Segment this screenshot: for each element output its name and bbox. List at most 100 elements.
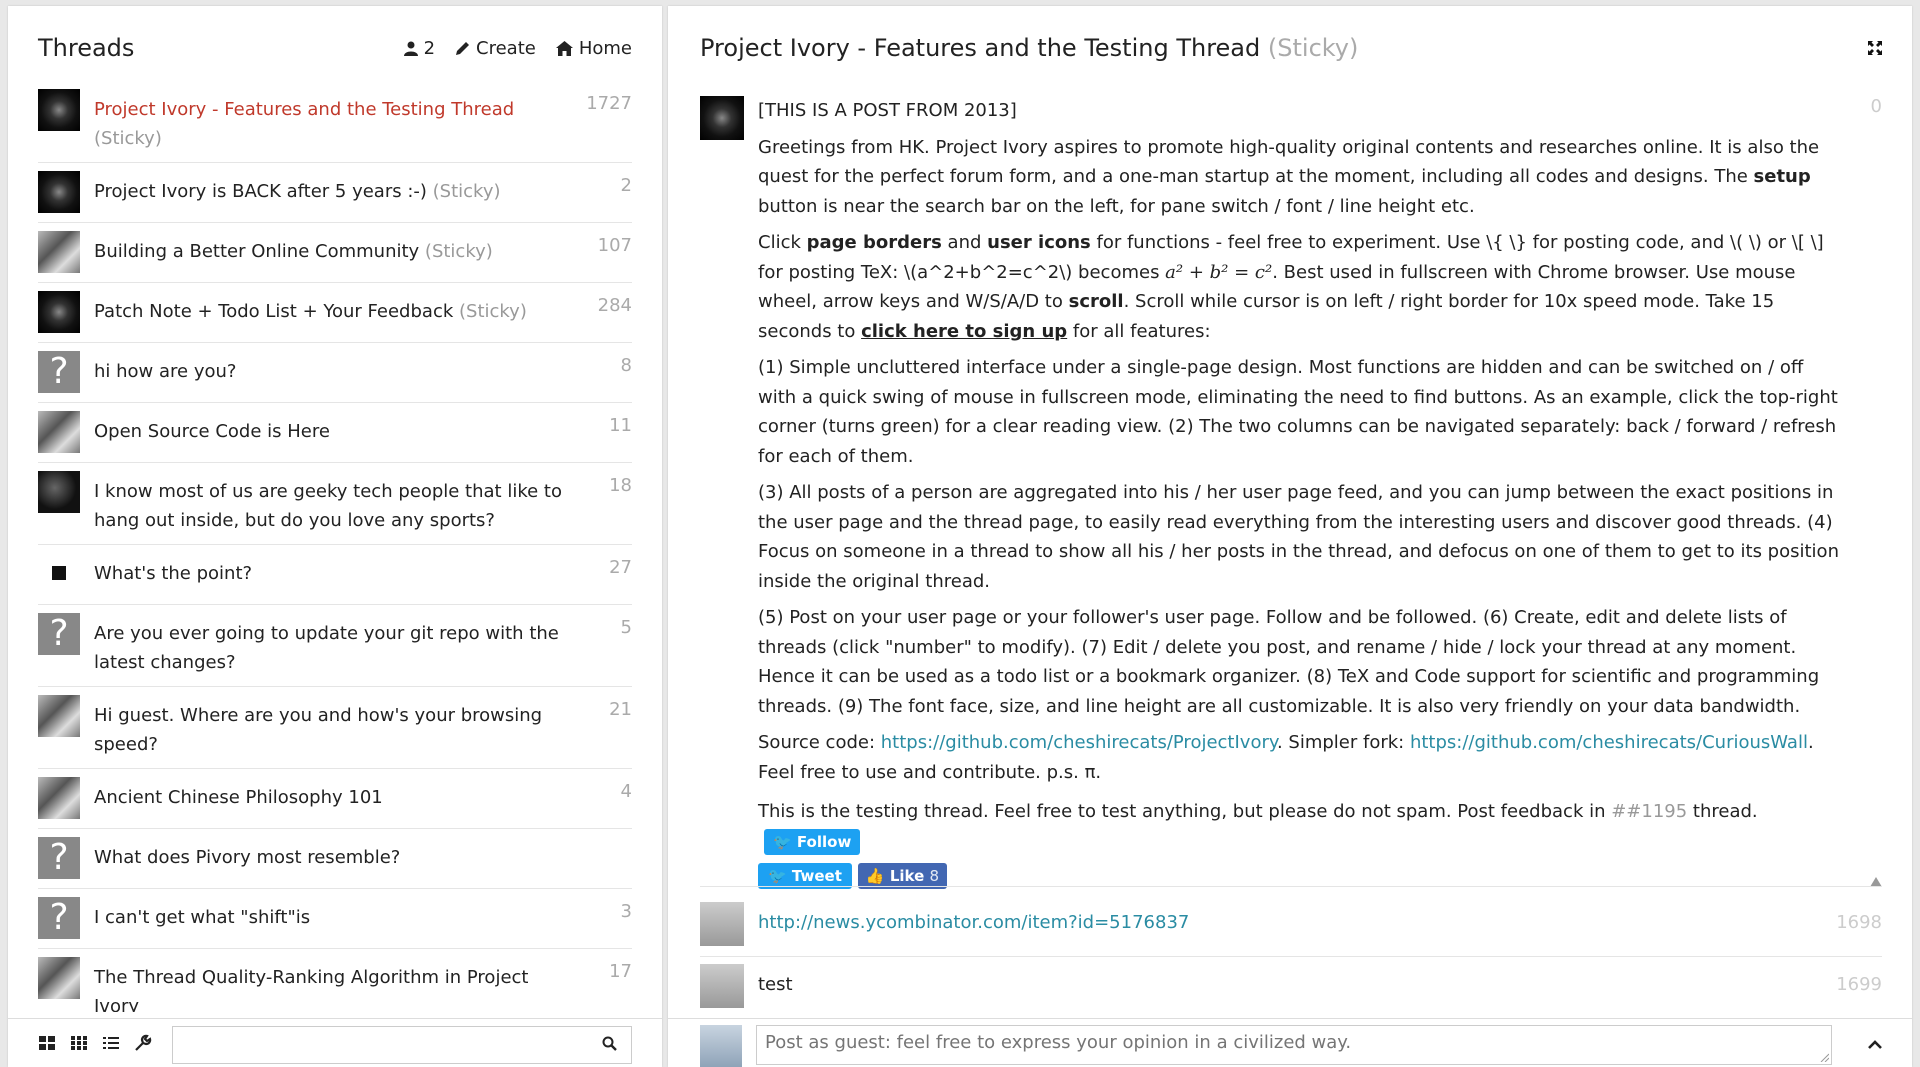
thread-post-count[interactable]: 21	[609, 699, 632, 720]
post-author-avatar[interactable]	[700, 96, 744, 140]
grid-large-icon[interactable]	[38, 1034, 56, 1052]
twitter-follow-button[interactable]: 🐦 Follow	[764, 828, 861, 855]
thumbs-up-icon: 👍	[865, 867, 885, 885]
thread-post-count[interactable]: 4	[621, 781, 632, 802]
thread-row[interactable]: ? What does Pivory most resemble?	[38, 829, 632, 889]
thread-author-avatar[interactable]	[38, 471, 80, 513]
thread-post-count[interactable]: 27	[609, 557, 632, 578]
thread-post-count[interactable]: 18	[609, 475, 632, 496]
thread-author-avatar[interactable]: ?	[38, 897, 80, 939]
thread-row[interactable]: What's the point? 27	[38, 545, 632, 605]
reply-number[interactable]: 1699	[1836, 974, 1882, 995]
thread-row[interactable]: Hi guest. Where are you and how's your b…	[38, 687, 632, 769]
thread-post-count[interactable]: 107	[598, 235, 632, 256]
thread-title[interactable]: What's the point?	[94, 553, 632, 588]
thread-post-count[interactable]: 8	[621, 355, 632, 376]
search-box	[172, 1026, 632, 1064]
thread-author-avatar[interactable]	[38, 695, 80, 737]
thread-author-avatar[interactable]: ?	[38, 837, 80, 879]
pencil-icon	[456, 42, 470, 55]
thread-post-count[interactable]: 11	[609, 415, 632, 436]
search-input[interactable]	[173, 1027, 606, 1061]
thread-post-count[interactable]: 2	[621, 175, 632, 196]
thread-row[interactable]: Open Source Code is Here 11	[38, 403, 632, 463]
thread-row[interactable]: ? hi how are you? 8	[38, 343, 632, 403]
thread-title[interactable]: Are you ever going to update your git re…	[94, 613, 632, 677]
thread-title-text: Project Ivory - Features and the Testing…	[700, 34, 1261, 62]
thread-row[interactable]: I know most of us are geeky tech people …	[38, 463, 632, 545]
thread-author-avatar[interactable]	[38, 171, 80, 213]
post-paragraph: (3) All posts of a person are aggregated…	[758, 482, 1839, 592]
thread-title[interactable]: Project Ivory is BACK after 5 years :-) …	[94, 171, 632, 206]
tex-formula: a² + b² = c²	[1165, 261, 1273, 283]
source-code-link[interactable]: https://github.com/cheshirecats/ProjectI…	[881, 732, 1277, 753]
thread-author-avatar[interactable]	[38, 553, 80, 595]
create-thread-button[interactable]: Create	[455, 38, 536, 59]
reply-number[interactable]: 1698	[1836, 912, 1882, 933]
thread-title[interactable]: I can't get what "shift"is	[94, 897, 632, 932]
twitter-bird-icon: 🐦	[768, 867, 787, 885]
home-button[interactable]: Home	[555, 38, 632, 59]
user-icon	[403, 41, 418, 56]
threads-actions: 2 Create Home	[403, 38, 632, 59]
first-post: 0 [THIS IS A POST FROM 2013] Greetings f…	[700, 96, 1882, 889]
thread-row[interactable]: Project Ivory is BACK after 5 years :-) …	[38, 163, 632, 223]
thread-title[interactable]: hi how are you?	[94, 351, 632, 386]
thread-post-count[interactable]: 284	[598, 295, 632, 316]
post-paragraph: Source code: https://github.com/cheshire…	[758, 732, 1814, 783]
thread-row[interactable]: Ancient Chinese Philosophy 101 4	[38, 769, 632, 829]
resize-grip-icon[interactable]	[1819, 1052, 1829, 1062]
reply-author-avatar[interactable]	[700, 964, 744, 1008]
fork-link[interactable]: https://github.com/cheshirecats/CuriousW…	[1410, 732, 1808, 753]
list-icon[interactable]	[102, 1034, 120, 1052]
thread-title[interactable]: Project Ivory - Features and the Testing…	[94, 89, 632, 153]
thread-title[interactable]: Patch Note + Todo List + Your Feedback (…	[94, 291, 632, 326]
thread-title[interactable]: The Thread Quality-Ranking Algorithm in …	[94, 957, 632, 1012]
thread-title[interactable]: Hi guest. Where are you and how's your b…	[94, 695, 632, 759]
view-mode-icons	[38, 1034, 152, 1052]
reply-author-avatar[interactable]	[700, 902, 744, 946]
thread-author-avatar[interactable]	[38, 411, 80, 453]
thread-title: Project Ivory - Features and the Testing…	[700, 34, 1358, 62]
thread-row[interactable]: Project Ivory - Features and the Testing…	[38, 81, 632, 163]
thread-author-avatar[interactable]	[38, 291, 80, 333]
create-label: Create	[476, 38, 536, 59]
wrench-icon[interactable]	[134, 1034, 152, 1052]
compose-input[interactable]	[757, 1026, 1789, 1062]
thread-title[interactable]: Ancient Chinese Philosophy 101	[94, 777, 632, 812]
sticky-label: (Sticky)	[432, 181, 501, 202]
thread-author-avatar[interactable]	[38, 957, 80, 999]
grid-small-icon[interactable]	[70, 1034, 88, 1052]
home-label: Home	[578, 38, 632, 59]
thread-author-avatar[interactable]: ?	[38, 613, 80, 655]
reply-link[interactable]: http://news.ycombinator.com/item?id=5176…	[758, 912, 1189, 933]
scroll-up-icon[interactable]	[1870, 872, 1882, 891]
search-icon[interactable]	[602, 1036, 617, 1055]
thread-row[interactable]: Patch Note + Todo List + Your Feedback (…	[38, 283, 632, 343]
thread-title[interactable]: Open Source Code is Here	[94, 411, 632, 446]
thread-post-count[interactable]: 17	[609, 961, 632, 982]
thread-post-count[interactable]: 1727	[586, 93, 632, 114]
thread-row[interactable]: The Thread Quality-Ranking Algorithm in …	[38, 949, 632, 1012]
thread-reference-link[interactable]: ##1195	[1611, 801, 1687, 822]
chevron-up-icon[interactable]	[1868, 1035, 1882, 1054]
thread-title[interactable]: I know most of us are geeky tech people …	[94, 471, 632, 535]
thread-title[interactable]: What does Pivory most resemble?	[94, 837, 632, 872]
signup-link[interactable]: click here to sign up	[861, 321, 1067, 342]
thread-author-avatar[interactable]	[38, 89, 80, 131]
thread-row[interactable]: Building a Better Online Community (Stic…	[38, 223, 632, 283]
thread-view-pane: Project Ivory - Features and the Testing…	[668, 6, 1912, 1067]
thread-post-count[interactable]: 5	[621, 617, 632, 638]
post-paragraph: [THIS IS A POST FROM 2013]	[758, 100, 1017, 121]
thread-post-count[interactable]: 3	[621, 901, 632, 922]
fullscreen-icon[interactable]	[1868, 40, 1882, 59]
thread-author-avatar[interactable]	[38, 231, 80, 273]
online-users-button[interactable]: 2	[403, 38, 435, 59]
post-paragraph: Greetings from HK. Project Ivory aspires…	[758, 136, 1820, 217]
thread-author-avatar[interactable]: ?	[38, 351, 80, 393]
thread-title[interactable]: Building a Better Online Community (Stic…	[94, 231, 632, 266]
thread-author-avatar[interactable]	[38, 777, 80, 819]
thread-row[interactable]: ? Are you ever going to update your git r…	[38, 605, 632, 687]
post-number[interactable]: 0	[1871, 96, 1882, 117]
thread-row[interactable]: ? I can't get what "shift"is 3	[38, 889, 632, 949]
